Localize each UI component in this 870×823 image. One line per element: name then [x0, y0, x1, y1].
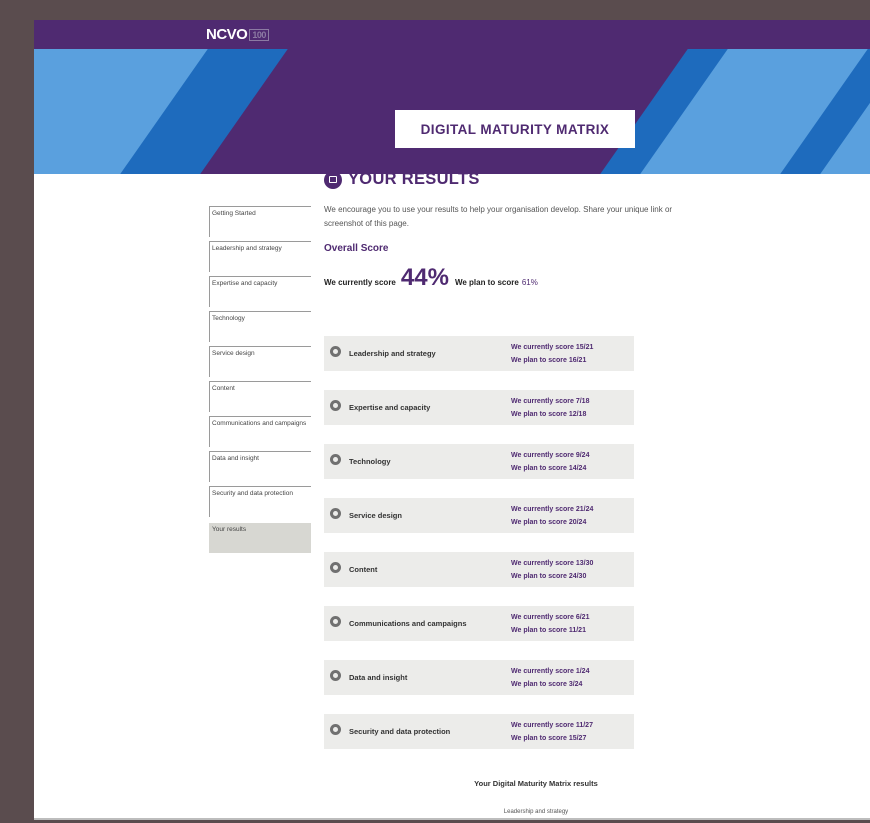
page-bottom-rule — [34, 818, 870, 820]
category-score-list: Leadership and strategy We currently sco… — [324, 336, 634, 768]
content-icon — [330, 562, 341, 573]
plan-score: We plan to score 15/27 — [511, 735, 587, 742]
sidebar-item-data-insight[interactable]: Data and insight — [209, 451, 311, 482]
category-scores: We currently score 21/24 We plan to scor… — [511, 503, 593, 529]
header-banner: DIGITAL MATURITY MATRIX — [34, 49, 870, 174]
plan-score: We plan to score 3/24 — [511, 681, 583, 688]
plan-score-value: 61% — [521, 278, 538, 287]
results-page: NCVO 100 DIGITAL MATURITY MATRIX Getting … — [34, 20, 870, 820]
sidebar-item-communications[interactable]: Communications and campaigns — [209, 416, 311, 447]
megaphone-icon — [330, 616, 341, 627]
results-chart-title: Your Digital Maturity Matrix results — [474, 779, 598, 788]
main-content: YOUR RESULTS We encourage you to use you… — [324, 170, 744, 815]
plan-score: We plan to score 14/24 — [511, 465, 587, 472]
plan-score: We plan to score 20/24 — [511, 519, 587, 526]
sidebar-item-content[interactable]: Content — [209, 381, 311, 412]
sidebar-item-getting-started[interactable]: Getting Started — [209, 206, 311, 237]
overall-score-line: We currently score 44% We plan to score … — [324, 264, 744, 292]
category-card-content: Content We currently score 13/30 We plan… — [324, 552, 634, 587]
category-name: Security and data protection — [349, 727, 451, 736]
category-scores: We currently score 13/30 We plan to scor… — [511, 557, 593, 583]
plan-score: We plan to score 24/30 — [511, 573, 587, 580]
results-heading: YOUR RESULTS — [324, 170, 744, 189]
current-score: We currently score 9/24 — [511, 452, 590, 459]
category-name: Data and insight — [349, 673, 408, 682]
current-score: We currently score 13/30 — [511, 560, 594, 567]
current-score: We currently score 7/18 — [511, 398, 590, 405]
sidebar-item-security[interactable]: Security and data protection — [209, 486, 311, 517]
current-score: We currently score 6/21 — [511, 614, 590, 621]
leadership-icon — [330, 346, 341, 357]
data-insight-icon — [330, 670, 341, 681]
logo-text: NCVO — [206, 26, 248, 43]
sidebar-item-technology[interactable]: Technology — [209, 311, 311, 342]
technology-icon — [330, 454, 341, 465]
sidebar-item-leadership[interactable]: Leadership and strategy — [209, 241, 311, 272]
category-card-service-design: Service design We currently score 21/24 … — [324, 498, 634, 533]
sidebar-item-expertise[interactable]: Expertise and capacity — [209, 276, 311, 307]
category-scores: We currently score 9/24 We plan to score… — [511, 449, 589, 475]
category-scores: We currently score 7/18 We plan to score… — [511, 395, 589, 421]
current-score-value: 44% — [400, 264, 449, 291]
plan-score-prefix: We plan to score — [454, 278, 519, 287]
logo-badge: 100 — [249, 29, 269, 42]
service-design-icon — [330, 508, 341, 519]
plan-score: We plan to score 16/21 — [511, 357, 587, 364]
current-score: We currently score 21/24 — [511, 506, 594, 513]
sidebar-item-your-results[interactable]: Your results — [209, 523, 311, 553]
category-card-security: Security and data protection We currentl… — [324, 714, 634, 749]
category-name: Communications and campaigns — [349, 619, 467, 628]
category-name: Technology — [349, 457, 391, 466]
category-card-data-insight: Data and insight We currently score 1/24… — [324, 660, 634, 695]
category-card-technology: Technology We currently score 9/24 We pl… — [324, 444, 634, 479]
category-name: Leadership and strategy — [349, 349, 436, 358]
current-score: We currently score 1/24 — [511, 668, 590, 675]
current-score: We currently score 15/21 — [511, 344, 594, 351]
results-title: YOUR RESULTS — [348, 170, 480, 188]
category-card-communications: Communications and campaigns We currentl… — [324, 606, 634, 641]
banner-title: DIGITAL MATURITY MATRIX — [395, 110, 635, 148]
category-scores: We currently score 15/21 We plan to scor… — [511, 341, 593, 367]
plan-score: We plan to score 11/21 — [511, 627, 586, 634]
top-bar: NCVO 100 — [34, 20, 870, 49]
ncvo-logo[interactable]: NCVO 100 — [206, 26, 269, 43]
lock-icon — [330, 724, 341, 735]
category-name: Expertise and capacity — [349, 403, 431, 412]
sidebar-item-service-design[interactable]: Service design — [209, 346, 311, 377]
intro-text: We encourage you to use your results to … — [324, 205, 673, 228]
current-score: We currently score 11/27 — [511, 722, 593, 729]
category-name: Service design — [349, 511, 402, 520]
expertise-icon — [330, 400, 341, 411]
category-card-expertise: Expertise and capacity We currently scor… — [324, 390, 634, 425]
results-chart-axis-label: Leadership and strategy — [503, 809, 569, 815]
sidebar-nav: Getting Started Leadership and strategy … — [209, 206, 311, 557]
category-scores: We currently score 1/24 We plan to score… — [511, 665, 589, 691]
overall-score-label: Overall Score — [324, 243, 389, 254]
category-scores: We currently score 6/21 We plan to score… — [511, 611, 589, 637]
category-scores: We currently score 11/27 We plan to scor… — [511, 719, 593, 745]
current-score-prefix: We currently score — [324, 278, 396, 287]
category-name: Content — [349, 565, 378, 574]
plan-score: We plan to score 12/18 — [511, 411, 587, 418]
category-card-leadership: Leadership and strategy We currently sco… — [324, 336, 634, 371]
results-icon — [324, 170, 342, 189]
